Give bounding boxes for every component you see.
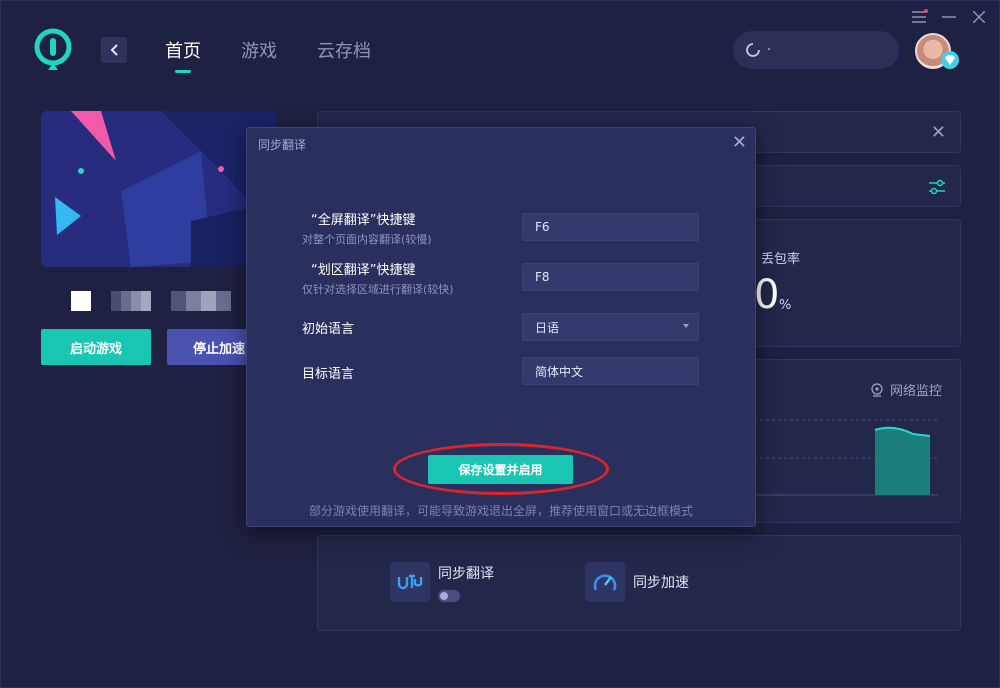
- region-hotkey-label: “划区翻译”快捷键: [311, 263, 416, 278]
- translation-settings-dialog: 同步翻译 ✕ “全屏翻译”快捷键 对整个页面内容翻译(较慢) F6 “划区翻译”…: [246, 127, 756, 527]
- app-window: 首页 游戏 云存档 启动游戏 停止加速 ✕: [0, 0, 1000, 688]
- speedometer-icon: [585, 562, 625, 602]
- sync-accelerate-label: 同步加速: [633, 575, 689, 591]
- notification-dot: [924, 9, 928, 13]
- source-language-select[interactable]: 日语: [522, 313, 699, 341]
- target-language-field[interactable]: 简体中文: [522, 357, 699, 385]
- region-hotkey-field[interactable]: F8: [522, 263, 699, 291]
- window-controls: [911, 9, 987, 25]
- save-and-enable-button[interactable]: 保存设置并启用: [428, 455, 573, 484]
- fullscreen-hotkey-label: “全屏翻译”快捷键: [311, 213, 416, 228]
- tab-home[interactable]: 首页: [165, 37, 201, 63]
- target-language-label: 目标语言: [302, 367, 355, 382]
- source-language-value: 日语: [535, 320, 560, 335]
- back-button[interactable]: [101, 37, 127, 63]
- chevron-left-icon: [110, 44, 118, 56]
- thumbnail[interactable]: [111, 291, 151, 311]
- loading-spinner-icon: [746, 43, 760, 57]
- banner-art: [41, 111, 277, 267]
- dialog-note: 部分游戏使用翻译，可能导致游戏退出全屏，推荐使用窗口或无边框模式: [308, 504, 693, 518]
- fullscreen-hotkey-desc: 对整个页面内容翻译(较慢): [302, 233, 432, 246]
- close-icon[interactable]: ✕: [931, 122, 946, 143]
- thumbnail[interactable]: [71, 291, 91, 311]
- minimize-icon[interactable]: [941, 9, 957, 25]
- packet-loss-unit: %: [779, 298, 792, 313]
- sync-accelerate-feature[interactable]: 同步加速: [585, 562, 689, 602]
- packet-loss-value: 0: [754, 272, 780, 318]
- sync-translate-toggle[interactable]: [438, 590, 460, 602]
- dialog-title: 同步翻译: [258, 138, 307, 152]
- dialog-close-icon[interactable]: ✕: [732, 132, 747, 153]
- tools-panel: 同步翻译 同步加速: [317, 535, 961, 631]
- screenshot-thumbnails: [71, 291, 231, 311]
- sliders-icon[interactable]: [928, 178, 946, 196]
- source-language-label: 初始语言: [302, 322, 355, 337]
- start-game-button[interactable]: 启动游戏: [41, 329, 151, 365]
- tab-games[interactable]: 游戏: [241, 37, 277, 63]
- translate-icon: [390, 562, 430, 602]
- main-nav: 首页 游戏 云存档: [165, 37, 371, 63]
- fullscreen-hotkey-field[interactable]: F6: [522, 213, 699, 241]
- diamond-icon: [941, 51, 959, 69]
- packet-loss-label: 丢包率: [761, 252, 801, 267]
- game-banner: [41, 111, 277, 267]
- search-input[interactable]: [767, 42, 887, 58]
- app-logo-icon: [34, 28, 72, 70]
- tab-cloud-save[interactable]: 云存档: [317, 37, 371, 63]
- sync-translate-feature[interactable]: 同步翻译: [390, 562, 494, 602]
- region-hotkey-desc: 仅针对选择区域进行翻译(较快): [302, 283, 454, 296]
- menu-icon[interactable]: [911, 9, 928, 25]
- close-icon[interactable]: [971, 9, 987, 25]
- dropdown-caret-icon: [683, 324, 689, 328]
- sync-translate-label: 同步翻译: [438, 566, 494, 582]
- search-box[interactable]: [733, 31, 899, 69]
- thumbnail[interactable]: [171, 291, 231, 311]
